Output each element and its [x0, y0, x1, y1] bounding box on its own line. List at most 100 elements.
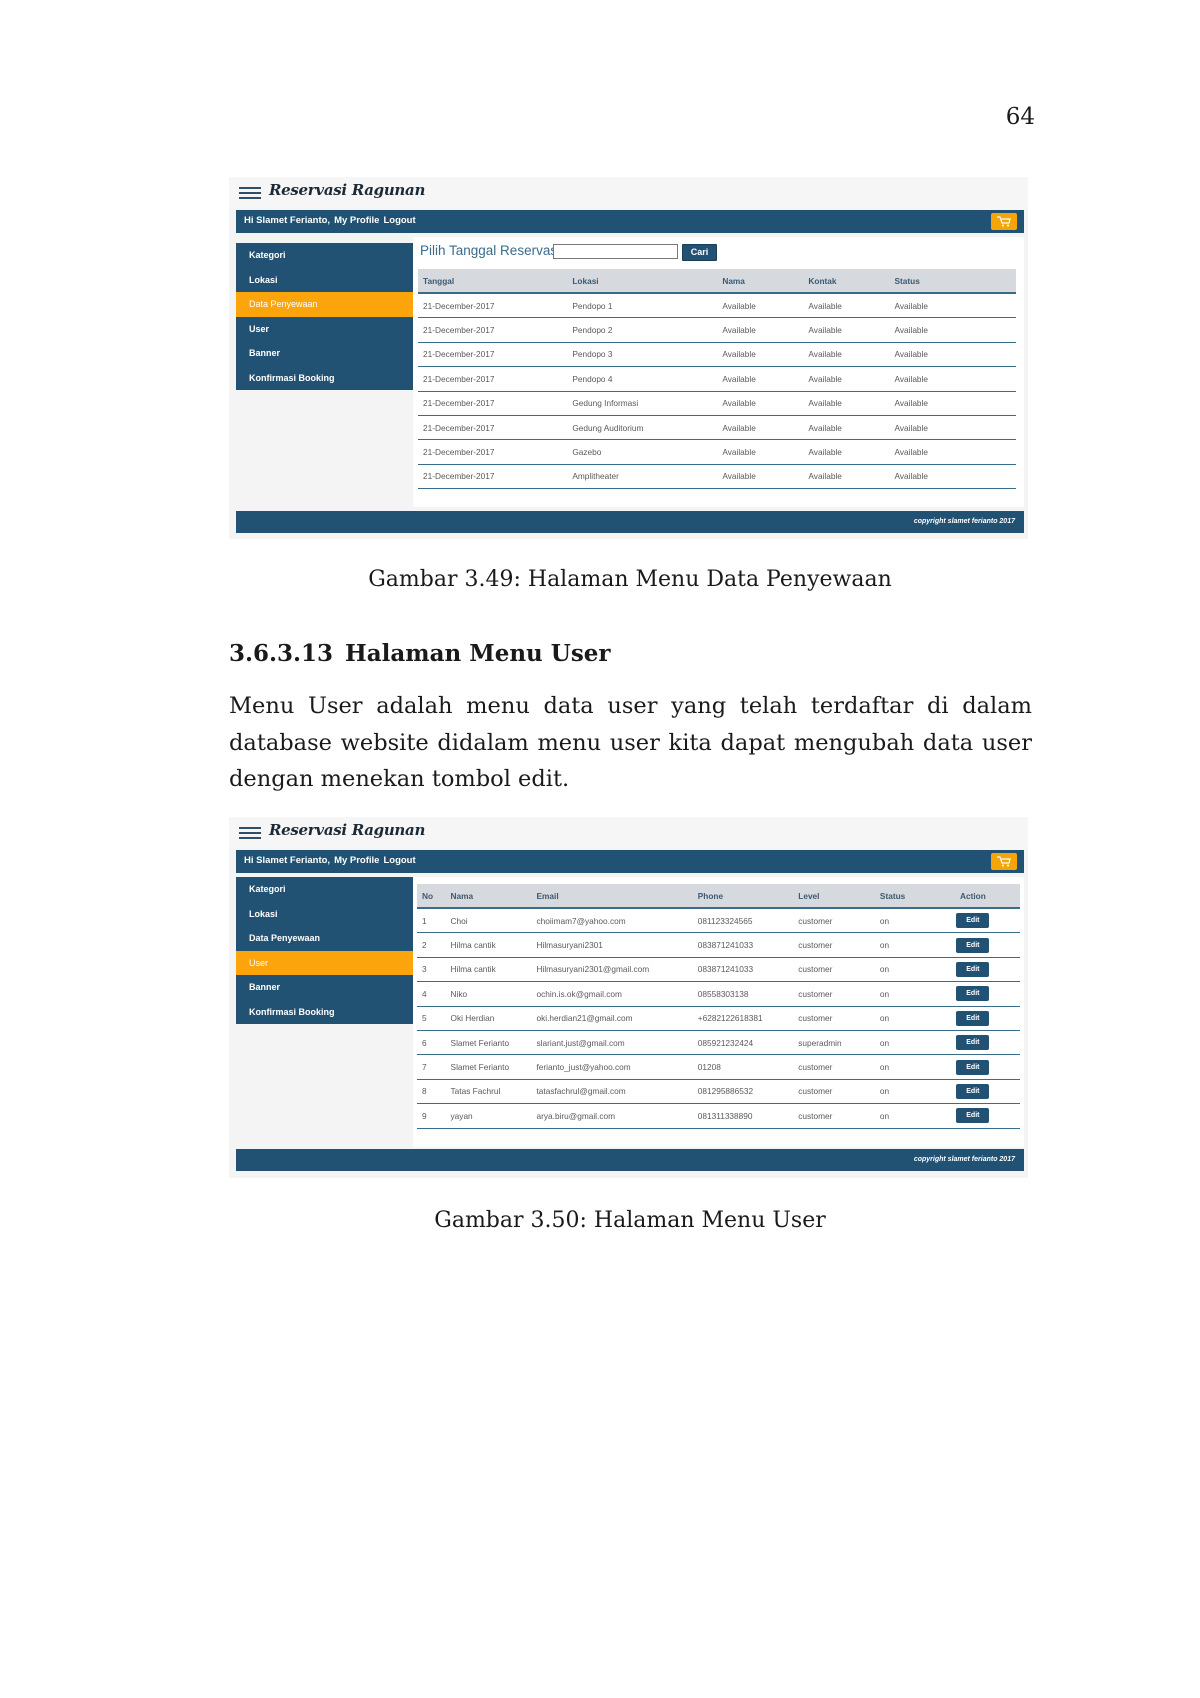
edit-button[interactable]: Edit — [956, 1083, 990, 1099]
table-cell: Available — [889, 464, 1016, 490]
logout-link[interactable]: Logout — [383, 215, 415, 226]
edit-button[interactable]: Edit — [956, 937, 990, 953]
top-nav: Hi Slamet Ferianto, My Profile Logout — [236, 210, 1024, 233]
table-cell: 21-December-2017 — [418, 415, 568, 441]
edit-button[interactable]: Edit — [956, 913, 990, 929]
hamburger-menu-icon[interactable] — [239, 187, 261, 200]
table-cell: Pendopo 3 — [567, 342, 718, 368]
sidebar-item-banner[interactable]: Banner — [236, 341, 413, 366]
table-cell: Gedung Informasi — [567, 391, 718, 416]
table-cell: Available — [717, 342, 804, 368]
table-cell: Available — [889, 415, 1016, 441]
column-header-no: No — [417, 884, 446, 909]
edit-button[interactable]: Edit — [956, 1035, 990, 1051]
sidebar-item-user[interactable]: User — [236, 950, 413, 975]
table-cell: customer — [793, 981, 875, 1007]
edit-button[interactable]: Edit — [956, 961, 990, 977]
sidebar-item-banner[interactable]: Banner — [236, 975, 413, 1000]
table-row: 9 yayan arya.biru@gmail.com 081311338890 cus… — [417, 1103, 1020, 1129]
table-row: 3 Hilma cantik Hilmasuryani2301@gmail.com 0… — [417, 957, 1020, 983]
date-input[interactable] — [553, 244, 678, 259]
table-row: 21-December-2017 Pendopo 1 Available Availa… — [418, 293, 1016, 319]
edit-button[interactable]: Edit — [956, 1010, 990, 1026]
table-cell: 4 — [417, 981, 446, 1007]
column-header-action: Action — [925, 884, 1020, 909]
logout-link[interactable]: Logout — [383, 855, 415, 866]
action-cell: Edit — [925, 1079, 1020, 1105]
table-cell: customer — [793, 932, 875, 958]
cart-button[interactable] — [991, 853, 1017, 870]
section-heading: 3.6.3.13 Halaman Menu User — [229, 640, 611, 667]
table-cell: 5 — [417, 1006, 446, 1031]
table-cell: 21-December-2017 — [418, 439, 568, 465]
search-button[interactable]: Cari — [682, 244, 717, 261]
sidebar-item-kategori[interactable]: Kategori — [236, 243, 413, 268]
table-row: 1 Choi choiimam7@yahoo.com 081123324565 cust… — [417, 908, 1020, 934]
table-row: 2 Hilma cantik Hilmasuryani2301 08387124103… — [417, 932, 1020, 958]
table-cell: Available — [803, 293, 890, 319]
top-nav: Hi Slamet Ferianto, My Profile Logout — [236, 850, 1024, 873]
table-cell: 083871241033 — [692, 957, 794, 983]
table-row: 21-December-2017 Gedung Informasi Availabl… — [418, 391, 1016, 416]
table-cell: 01208 — [692, 1054, 794, 1080]
sidebar-item-data-penyewaan[interactable]: Data Penyewaan — [236, 926, 413, 951]
table-cell: Tatas Fachrul — [445, 1079, 532, 1105]
edit-button[interactable]: Edit — [956, 986, 990, 1002]
action-cell: Edit — [925, 1103, 1020, 1129]
table-cell: 083871241033 — [692, 932, 794, 958]
edit-button[interactable]: Edit — [956, 1108, 990, 1124]
figure-caption-1: Gambar 3.49: Halaman Menu Data Penyewaan — [368, 567, 892, 592]
column-header-phone: Phone — [692, 884, 794, 909]
table-cell: superadmin — [793, 1030, 875, 1056]
table-cell: Slamet Ferianto — [445, 1030, 532, 1056]
table-cell: Available — [717, 439, 804, 465]
sidebar-item-data-penyewaan[interactable]: Data Penyewaan — [236, 292, 413, 317]
table-cell: Available — [889, 391, 1016, 416]
cart-button[interactable] — [991, 213, 1017, 230]
sidebar-item-user[interactable]: User — [236, 317, 413, 342]
my-profile-link[interactable]: My Profile — [334, 855, 379, 866]
table-cell: slariant.just@gmail.com — [531, 1030, 693, 1056]
table-cell: Choi — [445, 908, 532, 934]
table-cell: tatasfachrul@gmail.com — [531, 1079, 693, 1105]
action-cell: Edit — [925, 908, 1020, 934]
column-header-level: Level — [793, 884, 875, 909]
sidebar-item-lokasi[interactable]: Lokasi — [236, 902, 413, 927]
my-profile-link[interactable]: My Profile — [334, 215, 379, 226]
table-row: 4 Niko ochin.is.ok@gmail.com 08558303138 cus… — [417, 981, 1020, 1007]
action-cell: Edit — [925, 981, 1020, 1007]
footer: copyright slamet ferianto 2017 — [236, 511, 1024, 533]
section-number: 3.6.3.13 — [229, 640, 334, 667]
brand-logo[interactable]: Reservasi Ragunan — [269, 821, 425, 839]
sidebar-item-kategori[interactable]: Kategori — [236, 877, 413, 902]
table-cell: Available — [889, 366, 1016, 392]
hamburger-menu-icon[interactable] — [239, 827, 261, 840]
table-cell: Available — [717, 415, 804, 441]
copyright-text: copyright slamet ferianto 2017 — [913, 1156, 1015, 1163]
action-cell: Edit — [925, 957, 1020, 983]
table-cell: on — [874, 981, 926, 1007]
table-cell: Hilmasuryani2301@gmail.com — [531, 957, 693, 983]
greeting-text: Hi Slamet Ferianto, — [244, 215, 331, 226]
table-cell: 21-December-2017 — [418, 464, 568, 490]
table-row: 8 Tatas Fachrul tatasfachrul@gmail.com 0812… — [417, 1079, 1020, 1105]
column-header-email: Email — [531, 884, 693, 909]
table-cell: 1 — [417, 908, 446, 934]
action-cell: Edit — [925, 1006, 1020, 1031]
table-cell: 21-December-2017 — [418, 317, 568, 343]
table-row: 5 Oki Herdian oki.herdian21@gmail.com +6282… — [417, 1006, 1020, 1031]
sidebar-item-konfirmasi-booking[interactable]: Konfirmasi Booking — [236, 1000, 413, 1025]
column-header-status: Status — [889, 269, 1016, 294]
brand-logo[interactable]: Reservasi Ragunan — [269, 181, 425, 199]
table-cell: 9 — [417, 1103, 446, 1129]
table-cell: choiimam7@yahoo.com — [531, 908, 693, 934]
table-cell: customer — [793, 1103, 875, 1129]
sidebar-item-konfirmasi-booking[interactable]: Konfirmasi Booking — [236, 366, 413, 391]
table-cell: Niko — [445, 981, 532, 1007]
edit-button[interactable]: Edit — [956, 1059, 990, 1075]
reservation-table: Tanggal Lokasi Nama Kontak Status 21-Decembe… — [418, 269, 1016, 490]
table-cell: Available — [803, 342, 890, 368]
sidebar-item-lokasi[interactable]: Lokasi — [236, 268, 413, 293]
table-cell: 081123324565 — [692, 908, 794, 934]
table-row: 6 Slamet Ferianto slariant.just@gmail.com 0… — [417, 1030, 1020, 1056]
